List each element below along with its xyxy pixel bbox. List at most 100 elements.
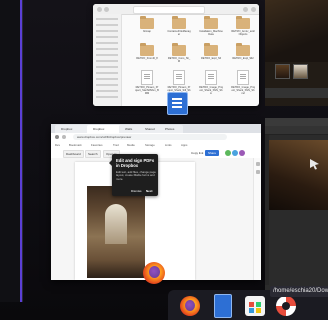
folder-icon [140,43,154,56]
thumbnail[interactable] [293,64,308,79]
sidebar-item[interactable] [96,84,118,86]
comment-icon[interactable] [256,162,260,166]
browser-tab[interactable]: Photos [159,125,183,133]
bookmark-item[interactable]: Apps [181,143,187,148]
browser-window[interactable]: Dropbox Dropbox Walls Shared Photos www.… [51,124,261,280]
folder-item[interactable]: RETRO_Cons_Sli_M [167,43,191,63]
sidebar-item[interactable] [96,90,118,92]
sidebar-item[interactable] [96,30,118,32]
sidebar-item[interactable] [96,54,118,56]
folder-item[interactable]: RETRO_Expl_Sll [199,43,223,60]
viewer-toolbar[interactable] [265,88,328,98]
info-icon[interactable] [256,170,260,174]
tab-bar: Dropbox Dropbox Walls Shared Photos [51,124,261,133]
back-icon[interactable] [55,135,59,139]
folder-item[interactable]: Installation_MachineData [199,16,223,36]
sidebar-item[interactable] [96,72,118,74]
icon-stripe [172,98,182,100]
document-icon [141,70,153,85]
folder-item[interactable]: bitmap [135,16,159,33]
arcade-photo [87,186,145,278]
folder-icon [140,16,154,29]
next-button[interactable]: Next [146,189,153,193]
sidebar-item[interactable] [96,36,118,38]
cursor-arrow-icon [310,159,319,170]
bookmark-item[interactable]: Bookmark [69,143,82,148]
store-icon[interactable] [245,296,265,316]
folder-item[interactable]: RETRO_Expl_Sll2 [231,43,255,60]
close-button[interactable] [251,7,256,12]
bookmark-item[interactable]: Favorites [91,143,103,148]
minimize-button[interactable] [243,7,248,12]
copy-link-button[interactable]: Copy link [191,150,203,157]
sidebar-item[interactable] [96,18,118,20]
editor-toolbar[interactable] [265,126,328,135]
file-item[interactable]: RETRO_Image_Project_Shark_SSN_Sbm2 [231,70,255,95]
folder-icon [172,43,186,56]
icon-stripe [172,102,182,104]
file-item[interactable]: RETRO_Image_Project_Shark_SSN_Sbm [199,70,223,95]
browser-tab[interactable]: Dropbox [55,125,91,133]
window-focus-border [20,0,22,302]
firefox-icon[interactable] [143,262,165,284]
file-manager-icon[interactable] [214,294,232,318]
popover-body: Edit text, add files, change page layout… [116,170,156,181]
store-tile [249,302,254,307]
icon-stripe [172,106,182,108]
dismiss-button[interactable]: Dismiss [131,189,142,193]
popover-title: Edit and sign PDFs in Dropbox [116,158,155,168]
folder-icon [172,16,186,29]
bookmark-item[interactable]: Links [165,143,172,148]
sidebar-item[interactable] [96,24,118,26]
share-button[interactable]: Share [205,150,219,156]
avatar[interactable] [232,150,238,156]
path-bar[interactable] [133,6,205,14]
file-item[interactable]: RETRO_Pinaon_Project_StarSillSbm_BMM [135,70,159,95]
folder-icon [236,16,250,29]
bookmark-item[interactable]: Trad [113,143,119,148]
image-viewer-window[interactable] [265,0,328,106]
sidebar-item[interactable] [96,78,118,80]
browser-tab-active[interactable]: Dropbox [87,125,123,133]
folder-item[interactable]: ContainerFileManager [167,16,191,36]
thumbnail[interactable] [275,64,290,79]
address-bar[interactable]: www.dropbox.com/scl/fi/dropbox/preview [73,134,227,140]
document-icon [173,70,185,85]
store-tile [249,308,254,313]
sidebar-item[interactable] [96,48,118,50]
lifebuoy-icon[interactable] [276,296,296,316]
dashboard-button[interactable]: Dashboard [63,150,84,158]
reload-icon[interactable] [62,135,66,139]
folder-item[interactable]: RETRO_Anniv_anklObjects [231,16,255,36]
file-manager-icon[interactable] [167,92,188,115]
firefox-icon[interactable] [180,296,200,316]
avatar[interactable] [239,150,245,156]
thumbnail-strip [269,64,325,80]
store-tile [256,302,261,307]
document-icon [237,70,249,85]
side-panel [253,158,261,280]
file-manager-window[interactable]: bitmap ContainerFileManager Installation… [93,4,259,106]
folder-icon [204,43,218,56]
bookmark-item[interactable]: Dev [55,143,60,148]
sidebar-item[interactable] [96,42,118,44]
back-button[interactable] [97,7,102,12]
search-button[interactable]: Search [85,150,101,158]
sidebar-item[interactable] [96,66,118,68]
path-tooltip: /home/eschia20/Dow [270,286,328,297]
bookmark-item[interactable]: Storage [145,143,155,148]
sidebar-item[interactable] [96,96,118,98]
sidebar-item[interactable] [96,60,118,62]
file-manager-sidebar [93,14,122,106]
forward-button[interactable] [104,7,109,12]
bookmark-item[interactable]: Media [127,143,135,148]
lifebuoy-hole [282,302,290,310]
edit-pdf-popover: Edit and sign PDFs in Dropbox Edit text,… [109,154,158,196]
image-editor-window[interactable] [265,118,328,304]
image-preview [265,0,328,62]
folder-icon [236,43,250,56]
editor-menubar[interactable] [265,118,328,126]
editor-canvas[interactable] [269,140,328,210]
avatar[interactable] [225,150,231,156]
folder-item[interactable]: RETRO_Fromi6_8 [135,43,159,60]
